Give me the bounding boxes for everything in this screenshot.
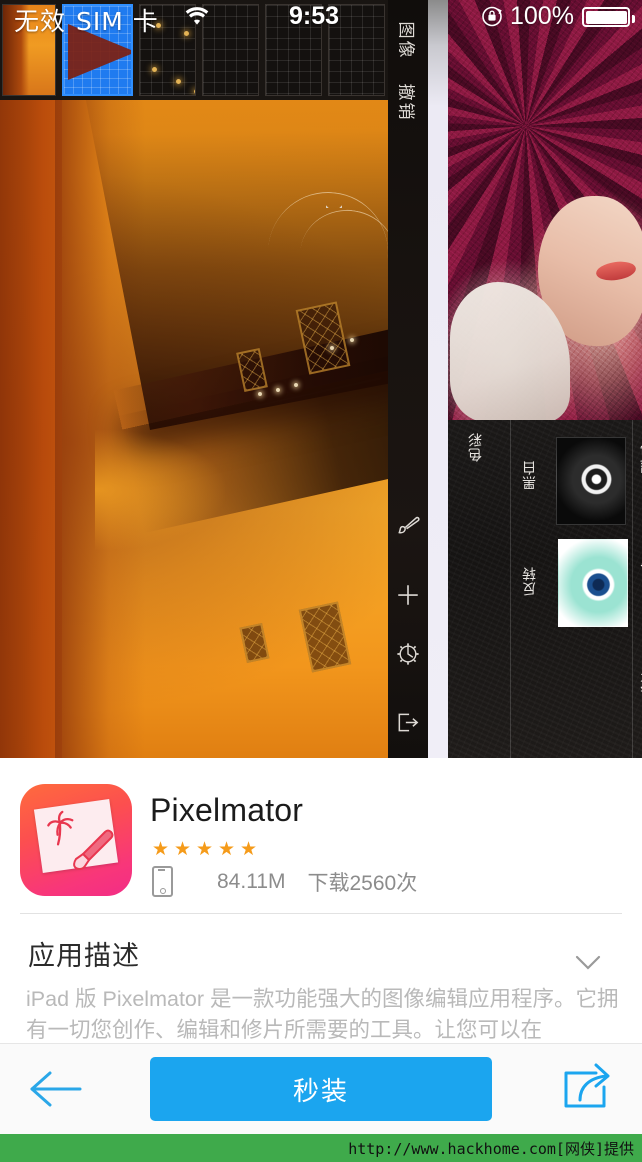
effect-thumbnail-invert[interactable] [558,539,628,627]
rail-label-undo[interactable]: 撤销 [396,84,421,122]
effect-label-film[interactable]: 胶片 [638,664,642,694]
layer-thumbnail[interactable] [264,4,322,96]
bridge-tower-reflection [239,623,270,663]
editor-tool-rail[interactable]: 图像 撤销 [388,0,428,758]
portrait-photo [448,0,642,420]
star-icon: ★ [240,839,258,860]
bridge-tower-reflection [298,601,352,673]
app-detail-page: 图像 撤销 色彩 黑白 反转 褪色 冷 胶片 Pixelmator ★ ★ ★ … [0,0,642,1162]
export-icon[interactable] [395,710,421,736]
star-icon: ★ [218,839,236,860]
paint-brush-icon[interactable] [395,512,421,538]
rail-label-image[interactable]: 图像 [396,22,421,60]
star-icon: ★ [174,839,192,860]
haze-fade [95,430,225,550]
panel-divider [510,420,511,758]
description-heading: 应用描述 [28,941,140,971]
screenshot-gallery[interactable]: 图像 撤销 色彩 黑白 反转 褪色 冷 胶片 [0,0,642,758]
canvas-left-band [0,100,62,758]
effects-group-label: 色彩 [468,432,484,462]
screenshot-right[interactable]: 色彩 黑白 反转 褪色 冷 胶片 [448,0,642,758]
site-footer: http://www.hackhome.com[网侠]提供 [0,1134,642,1162]
layer-thumbnail[interactable] [138,4,196,96]
app-downloads: 下载2560次 [307,871,418,895]
star-icon: ★ [196,839,214,860]
description-body: iPad 版 Pixelmator 是一款功能强大的图像编辑应用程序。它拥有一切… [26,987,619,1042]
pixelmator-app-icon[interactable] [20,784,132,896]
gear-icon[interactable] [395,641,421,667]
panel-divider [632,420,633,758]
back-arrow-icon[interactable] [26,1064,90,1114]
share-icon[interactable] [558,1062,616,1116]
install-button[interactable]: 秒装 [150,1057,492,1121]
app-size: 84.11M [217,869,286,893]
app-description-section[interactable]: 应用描述 iPad 版 Pixelmator 是一款功能强大的图像编辑应用程序。… [0,922,642,1044]
effect-label-fade[interactable]: 褪色 [638,444,642,474]
footer-url: http://www.hackhome.com[网侠]提供 [348,1139,634,1158]
app-title: Pixelmator [150,792,304,828]
bridge-lamp [350,338,354,342]
effect-label-cool[interactable]: 冷 [638,556,642,571]
layers-strip[interactable] [0,0,388,100]
iphone-icon [152,866,173,897]
bird-icon [326,200,342,208]
rating-stars: ★ ★ ★ ★ ★ [152,840,259,859]
plus-icon[interactable] [395,582,421,608]
effect-label-blackwhite[interactable]: 黑白 [520,460,540,490]
layer-thumbnail[interactable] [201,4,259,96]
editor-canvas-image [0,100,388,758]
divider [20,913,622,914]
layer-thumbnail-selected[interactable] [61,4,133,96]
bridge-lamp [330,346,334,350]
gallery-gutter [428,0,448,758]
app-summary-card: Pixelmator ★ ★ ★ ★ ★ 84.11M 下载2560次 [0,758,642,922]
bridge-lamp [258,392,262,396]
screenshot-left[interactable]: 图像 撤销 [0,0,428,758]
bridge-lamp [294,383,298,387]
chevron-down-icon[interactable] [570,944,606,980]
effect-label-invert[interactable]: 反转 [520,566,540,596]
effect-thumbnail-blackwhite[interactable] [556,437,626,525]
layer-thumbnail[interactable] [327,4,385,96]
app-meta-row: 84.11M 下载2560次 [152,866,417,897]
bridge-lamp [276,388,280,392]
layer-thumbnail[interactable] [2,4,56,96]
star-icon: ★ [152,839,170,860]
